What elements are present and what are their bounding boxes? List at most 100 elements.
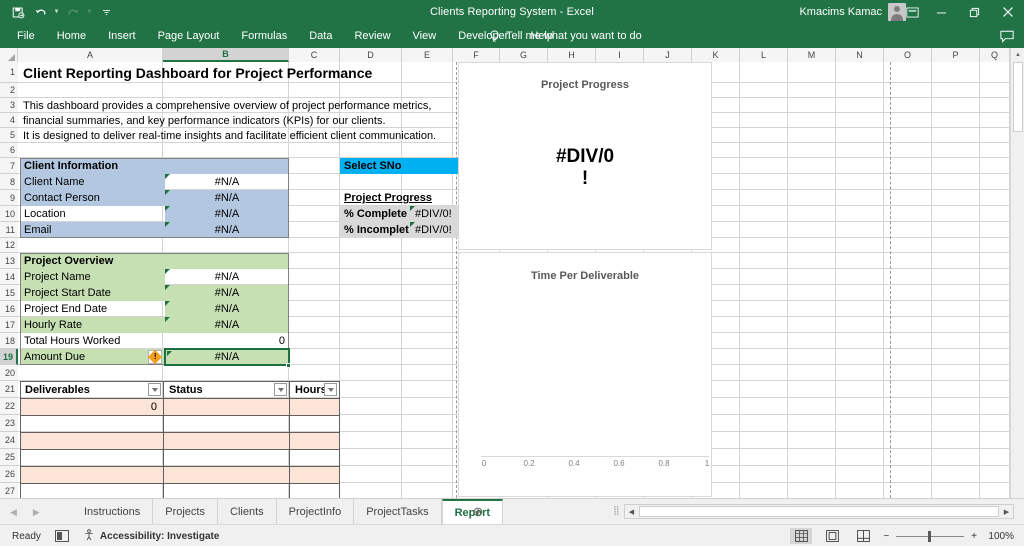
tell-me-search[interactable]: Tell me what you want to do — [489, 24, 642, 48]
restore-button[interactable] — [958, 0, 991, 24]
sheet-tab-projects[interactable]: Projects — [153, 499, 218, 525]
row-header-3[interactable]: 3 — [0, 98, 18, 113]
row-header-1[interactable]: 1 — [0, 62, 18, 83]
ribbon-tab-home[interactable]: Home — [46, 24, 97, 48]
deliverables-cell-value[interactable]: 0 — [20, 398, 161, 415]
row-header-22[interactable]: 22 — [0, 398, 18, 415]
column-header-h[interactable]: H — [548, 48, 596, 62]
column-header-d[interactable]: D — [340, 48, 402, 62]
column-header-b[interactable]: B — [163, 48, 289, 62]
scroll-right-arrow-icon[interactable]: ▶ — [1000, 505, 1013, 518]
row-header-13[interactable]: 13 — [0, 253, 18, 269]
ribbon-tab-file[interactable]: File — [6, 24, 46, 48]
row-header-4[interactable]: 4 — [0, 113, 18, 128]
total-hours-worked-value[interactable]: 0 — [165, 333, 289, 349]
zoom-out-button[interactable]: − — [883, 531, 889, 542]
account-area[interactable]: Kmacims Kamac — [799, 0, 906, 24]
scroll-left-arrow-icon[interactable]: ◀ — [625, 505, 638, 518]
row-header-5[interactable]: 5 — [0, 128, 18, 143]
row-header-7[interactable]: 7 — [0, 158, 18, 174]
column-header-k[interactable]: K — [692, 48, 740, 62]
comments-icon[interactable] — [1000, 24, 1014, 48]
filter-dropdown-deliverables[interactable] — [148, 383, 161, 396]
contact-person-value[interactable]: #N/A — [165, 190, 289, 206]
project-start-date-value[interactable]: #N/A — [165, 285, 289, 301]
ribbon-tab-insert[interactable]: Insert — [97, 24, 147, 48]
column-header-l[interactable]: L — [740, 48, 788, 62]
horizontal-scrollbar-thumb[interactable] — [639, 506, 999, 517]
sheet-tab-projecttasks[interactable]: ProjectTasks — [354, 499, 441, 525]
column-header-i[interactable]: I — [596, 48, 644, 62]
row-header-17[interactable]: 17 — [0, 317, 18, 333]
page-break-preview-button[interactable] — [852, 528, 874, 544]
row-header-26[interactable]: 26 — [0, 466, 18, 483]
row-header-25[interactable]: 25 — [0, 449, 18, 466]
client-name-value[interactable]: #N/A — [165, 174, 289, 190]
select-all-corner[interactable] — [0, 48, 18, 62]
scroll-up-arrow-icon[interactable]: ▲ — [1011, 48, 1024, 61]
row-header-11[interactable]: 11 — [0, 222, 18, 238]
ribbon-tab-data[interactable]: Data — [298, 24, 343, 48]
macro-record-icon[interactable] — [55, 530, 69, 542]
error-warning-icon[interactable]: ! — [148, 350, 162, 364]
status-column-header[interactable]: Status — [166, 381, 266, 398]
row-header-18[interactable]: 18 — [0, 333, 18, 349]
project-end-date-value[interactable]: #N/A — [165, 301, 289, 317]
zoom-in-button[interactable]: + — [971, 531, 977, 542]
row-header-19[interactable]: 19 — [0, 349, 18, 365]
column-header-q[interactable]: Q — [980, 48, 1010, 62]
normal-view-button[interactable] — [790, 528, 812, 544]
ribbon-tab-page-layout[interactable]: Page Layout — [147, 24, 231, 48]
sheet-nav-next-icon[interactable]: ▶ — [33, 507, 40, 518]
row-header-21[interactable]: 21 — [0, 381, 18, 398]
row-header-6[interactable]: 6 — [0, 143, 18, 158]
horizontal-split-handle[interactable]: ⣿ — [613, 505, 620, 519]
column-header-n[interactable]: N — [836, 48, 884, 62]
ribbon-tab-review[interactable]: Review — [343, 24, 401, 48]
filter-dropdown-status[interactable] — [274, 383, 287, 396]
hourly-rate-value[interactable]: #N/A — [165, 317, 289, 333]
select-sno-label[interactable]: Select SNo — [341, 158, 457, 174]
close-button[interactable] — [991, 0, 1024, 24]
column-header-m[interactable]: M — [788, 48, 836, 62]
minimize-button[interactable] — [925, 0, 958, 24]
email-value[interactable]: #N/A — [165, 222, 289, 238]
ribbon-tab-formulas[interactable]: Formulas — [230, 24, 298, 48]
row-header-2[interactable]: 2 — [0, 83, 18, 98]
sheet-nav-prev-icon[interactable]: ◀ — [10, 507, 17, 518]
column-header-e[interactable]: E — [402, 48, 453, 62]
column-header-j[interactable]: J — [644, 48, 692, 62]
column-header-a[interactable]: A — [18, 48, 163, 62]
row-header-12[interactable]: 12 — [0, 238, 18, 253]
row-header-9[interactable]: 9 — [0, 190, 18, 206]
chart-time-per-deliverable[interactable]: Time Per Deliverable 0 0.2 0.4 0.6 0.8 1 — [458, 252, 712, 497]
ribbon-display-options-icon[interactable] — [899, 0, 925, 24]
zoom-slider[interactable] — [896, 536, 964, 537]
ribbon-tab-view[interactable]: View — [402, 24, 448, 48]
column-header-p[interactable]: P — [932, 48, 980, 62]
add-sheet-button[interactable]: ⊕ — [466, 499, 490, 525]
vertical-scrollbar[interactable]: ▲ — [1010, 48, 1024, 498]
chart-project-progress[interactable]: Project Progress #DIV/0 ! — [458, 62, 712, 250]
column-header-f[interactable]: F — [453, 48, 500, 62]
row-header-23[interactable]: 23 — [0, 415, 18, 432]
column-header-o[interactable]: O — [884, 48, 932, 62]
zoom-level-label[interactable]: 100% — [984, 531, 1014, 542]
row-header-20[interactable]: 20 — [0, 365, 18, 381]
filter-dropdown-hours[interactable] — [324, 383, 337, 396]
column-header-c[interactable]: C — [289, 48, 340, 62]
row-header-14[interactable]: 14 — [0, 269, 18, 285]
row-header-8[interactable]: 8 — [0, 174, 18, 190]
pct-complete-value[interactable]: #DIV/0! — [415, 206, 458, 222]
accessibility-status[interactable]: Accessibility: Investigate — [83, 529, 220, 544]
location-value[interactable]: #N/A — [165, 206, 289, 222]
hours-column-header[interactable]: Hours — [292, 381, 326, 398]
column-header-g[interactable]: G — [500, 48, 548, 62]
sheet-tab-instructions[interactable]: Instructions — [72, 499, 153, 525]
row-header-15[interactable]: 15 — [0, 285, 18, 301]
sheet-tab-clients[interactable]: Clients — [218, 499, 277, 525]
sheet-tab-projectinfo[interactable]: ProjectInfo — [277, 499, 355, 525]
deliverables-column-header[interactable]: Deliverables — [22, 381, 142, 398]
row-header-24[interactable]: 24 — [0, 432, 18, 449]
vertical-scrollbar-thumb[interactable] — [1013, 62, 1023, 132]
